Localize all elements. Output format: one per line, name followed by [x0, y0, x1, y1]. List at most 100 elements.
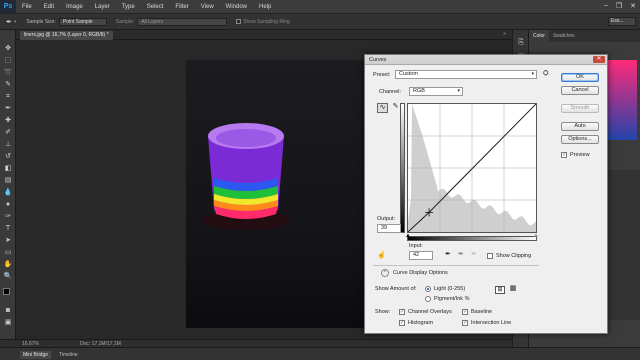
show-clipping-label: Show Clipping: [496, 253, 532, 259]
brush-tool-icon[interactable]: ✐: [3, 128, 13, 137]
menu-filter[interactable]: Filter: [169, 4, 194, 10]
type-tool-icon[interactable]: T: [3, 224, 13, 233]
lasso-tool-icon[interactable]: ➰: [3, 68, 13, 77]
eyedropper-tool-icon[interactable]: ✒: [6, 18, 12, 26]
eyedropper-icon[interactable]: ✒: [3, 104, 13, 113]
output-field[interactable]: 39: [377, 224, 401, 233]
marquee-tool-icon[interactable]: ⬚: [3, 56, 13, 65]
quick-select-tool-icon[interactable]: ✎: [3, 80, 13, 89]
baseline-checkbox[interactable]: ✓: [462, 309, 468, 315]
eraser-tool-icon[interactable]: ◧: [3, 164, 13, 173]
dodge-tool-icon[interactable]: ●: [3, 200, 13, 209]
blur-tool-icon[interactable]: 💧: [3, 188, 13, 197]
ok-button[interactable]: OK: [561, 73, 599, 82]
gray-eyedropper-icon[interactable]: ✒: [458, 250, 464, 258]
on-image-adjust-icon[interactable]: ☝: [377, 251, 386, 259]
curve-plot[interactable]: [407, 103, 537, 233]
tab-timeline[interactable]: Timeline: [56, 351, 81, 359]
menu-view[interactable]: View: [195, 4, 220, 10]
black-point-slider-icon[interactable]: ▲: [405, 233, 411, 239]
show-ring-checkbox[interactable]: [236, 19, 242, 24]
histogram-checkbox[interactable]: ✓: [399, 320, 405, 326]
menu-image[interactable]: Image: [60, 4, 89, 10]
minimize-icon[interactable]: –: [604, 2, 608, 10]
history-panel-icon[interactable]: ⎘: [516, 38, 526, 47]
menu-edit[interactable]: Edit: [38, 4, 60, 10]
menu-file[interactable]: File: [16, 4, 38, 10]
intersection-line-checkbox[interactable]: ✓: [462, 320, 468, 326]
menu-select[interactable]: Select: [141, 4, 170, 10]
gradient-tool-icon[interactable]: ▤: [3, 176, 13, 185]
sample-size-label: Sample Size:: [26, 18, 56, 25]
curves-dialog: Curves ✕ Preset: Custom ⛭ Channel: RGB ∿…: [364, 54, 608, 334]
output-gradient-bar: [400, 103, 405, 233]
document-tab[interactable]: liners.jpg @ 16,7% (Layer 0, RGB/8) *: [20, 31, 113, 40]
pigment-label: Pigment/Ink %: [434, 296, 470, 302]
channel-overlays-label: Channel Overlays: [408, 309, 452, 315]
cancel-button[interactable]: Cancel: [561, 86, 599, 95]
options-bar: ✒ ▾ Sample Size: Point Sample Sample: Al…: [0, 13, 640, 30]
close-icon[interactable]: ✕: [593, 56, 605, 63]
tool-preset-arrow-icon[interactable]: ▾: [14, 19, 17, 25]
pigment-radio[interactable]: [425, 296, 431, 302]
tab-color[interactable]: Color: [529, 30, 549, 42]
move-tool-icon[interactable]: ✥: [3, 44, 13, 53]
shape-tool-icon[interactable]: ▭: [3, 248, 13, 257]
sample-label: Sample:: [115, 18, 135, 25]
preset-select[interactable]: Custom: [395, 70, 537, 79]
channel-overlays-checkbox[interactable]: ✓: [399, 309, 405, 315]
histogram-label: Histogram: [408, 320, 434, 326]
show-clipping-checkbox[interactable]: [487, 253, 493, 259]
path-select-icon[interactable]: ➤: [3, 236, 13, 245]
hand-tool-icon[interactable]: ✋: [3, 260, 13, 269]
tab-overflow-icon[interactable]: »: [503, 31, 506, 37]
preview-checkbox[interactable]: ✓: [561, 152, 567, 158]
tab-mini-bridge[interactable]: Mini Bridge: [20, 351, 52, 359]
screen-mode-icon[interactable]: ▣: [3, 318, 13, 327]
expand-options-icon[interactable]: ⌃: [381, 269, 389, 277]
foreground-color-swatch[interactable]: [3, 288, 10, 295]
sample-size-select[interactable]: Point Sample: [58, 17, 107, 26]
preset-label: Preset:: [373, 72, 391, 78]
white-point-slider-icon[interactable]: ▲: [533, 233, 539, 239]
close-window-icon[interactable]: ✕: [630, 2, 636, 10]
quick-mask-icon[interactable]: ◙: [3, 306, 13, 315]
workspace-select[interactable]: Ess...: [608, 17, 636, 26]
auto-button[interactable]: Auto: [561, 122, 599, 131]
document-image[interactable]: [186, 60, 366, 328]
curve-graph[interactable]: [407, 103, 537, 233]
display-options-label: Curve Display Options: [393, 270, 448, 276]
zoom-tool-icon[interactable]: 🔍: [3, 272, 13, 281]
tools-panel: ✥ ⬚ ➰ ✎ ⌗ ✒ ✚ ✐ ⊥ ↺ ◧ ▤ 💧 ● ✑ T ➤ ▭ ✋ 🔍 …: [0, 30, 16, 347]
menu-layer[interactable]: Layer: [89, 4, 116, 10]
black-eyedropper-icon[interactable]: ✒: [445, 250, 451, 258]
smooth-button[interactable]: Smooth: [561, 104, 599, 113]
cupcake-liners-photo: [202, 123, 290, 230]
tab-swatches[interactable]: Swatches: [549, 30, 579, 42]
options-button[interactable]: Options...: [561, 135, 599, 144]
input-field[interactable]: 42: [409, 251, 433, 260]
menu-window[interactable]: Window: [220, 4, 253, 10]
restore-icon[interactable]: ❐: [616, 2, 622, 10]
grid-10x10-icon[interactable]: ▦: [508, 285, 518, 294]
history-brush-icon[interactable]: ↺: [3, 152, 13, 161]
menu-type[interactable]: Type: [116, 4, 141, 10]
channel-select[interactable]: RGB: [409, 87, 463, 96]
stamp-tool-icon[interactable]: ⊥: [3, 140, 13, 149]
crop-tool-icon[interactable]: ⌗: [3, 92, 13, 101]
preset-options-icon[interactable]: ⛭: [543, 70, 549, 78]
output-label: Output:: [377, 216, 396, 222]
intersection-line-label: Intersection Line: [471, 320, 512, 326]
show-label: Show:: [375, 309, 391, 315]
light-radio[interactable]: [425, 286, 431, 292]
grid-4x4-icon[interactable]: ⊞: [495, 286, 505, 294]
menu-help[interactable]: Help: [253, 4, 277, 10]
show-ring-label: Show Sampling Ring: [243, 18, 290, 25]
input-gradient-bar: [407, 236, 537, 241]
sample-select[interactable]: All Layers: [137, 17, 228, 26]
pen-tool-icon[interactable]: ✑: [3, 212, 13, 221]
white-eyedropper-icon[interactable]: ✒: [471, 250, 477, 258]
healing-tool-icon[interactable]: ✚: [3, 116, 13, 125]
separator: [373, 265, 539, 266]
curve-edit-points-icon[interactable]: ∿: [377, 103, 388, 113]
